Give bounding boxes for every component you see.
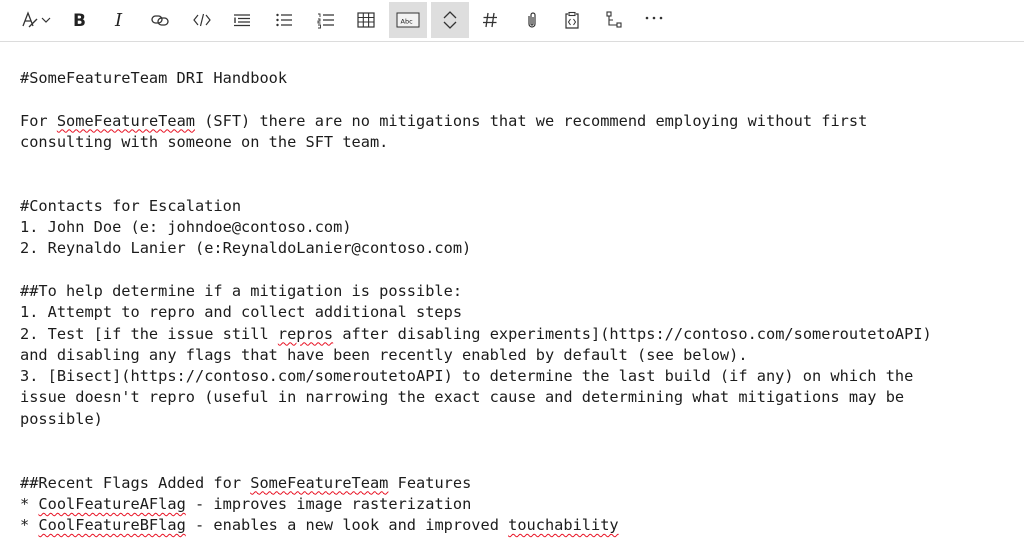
bold-icon: B [73, 11, 86, 30]
attach-icon [528, 12, 536, 28]
step-3-line-2: issue doesn't repro (useful in narrowing… [20, 388, 905, 407]
contact-item: 2. Reynaldo Lanier (e:ReynaldoLanier@con… [20, 239, 472, 258]
step-2-line-2: and disabling any flags that have been r… [20, 345, 748, 364]
doc-title: #SomeFeatureTeam DRI Handbook [20, 69, 288, 87]
flags-heading: ##Recent Flags Added for SomeFeatureTeam… [20, 473, 472, 492]
spell-error: CoolFeatureAFlag [38, 494, 186, 513]
quote-button[interactable] [226, 2, 258, 38]
attach-button[interactable] [516, 2, 548, 38]
numbered-list-button[interactable] [310, 2, 342, 38]
svg-text:B: B [73, 11, 86, 30]
more-icon [645, 16, 663, 20]
heading-button[interactable] [474, 2, 506, 38]
spell-error: SomeFeatureTeam [250, 473, 389, 492]
mitigation-heading: ##To help determine if a mitigation is p… [20, 281, 463, 300]
italic-icon: I [114, 10, 123, 30]
numbered-list-icon [317, 13, 334, 29]
expand-collapse-icon [443, 11, 457, 29]
contacts-heading: #Contacts for Escalation [20, 196, 242, 215]
table-icon [357, 12, 375, 28]
spell-error: repros [277, 324, 334, 343]
chevron-down-icon [41, 17, 51, 23]
heading-icon [483, 12, 497, 28]
svg-text:Abc: Abc [401, 18, 414, 26]
paste-code-button[interactable] [556, 2, 588, 38]
spell-error: CoolFeatureBFlag [38, 516, 186, 535]
contact-item: 1. John Doe (e: johndoe@contoso.com) [20, 218, 352, 237]
bulleted-list-button[interactable] [268, 2, 300, 38]
paste-code-icon [565, 11, 579, 29]
spell-error: SomeFeatureTeam [56, 111, 195, 130]
spell-error: touchability [508, 516, 619, 535]
intro-line-2: consulting with someone on the SFT team. [20, 132, 389, 151]
code-button[interactable] [186, 2, 218, 38]
text-highlight-button[interactable]: Abc [389, 2, 427, 38]
quote-icon [234, 14, 250, 27]
more-button[interactable] [638, 2, 670, 38]
bulleted-list-icon [276, 13, 292, 27]
flag-item: * CoolFeatureBFlag - enables a new look … [20, 516, 619, 535]
table-button[interactable] [350, 2, 382, 38]
italic-button[interactable]: I [104, 2, 136, 38]
expand-collapse-button[interactable] [431, 2, 469, 38]
step-3-line-1: 3. [Bisect](https://contoso.com/somerout… [20, 367, 914, 386]
markdown-toolbar: B I Abc [0, 0, 1024, 42]
flag-item: * CoolFeatureAFlag - improves image rast… [20, 494, 472, 513]
link-icon [151, 15, 169, 26]
step-1: 1. Attempt to repro and collect addition… [20, 303, 463, 322]
intro-line-1: For SomeFeatureTeam (SFT) there are no m… [20, 111, 868, 130]
mention-pr-button[interactable] [598, 2, 630, 38]
text-highlight-icon: Abc [396, 12, 420, 28]
svg-text:I: I [114, 10, 123, 30]
step-2-line-1: 2. Test [if the issue still repros after… [20, 324, 932, 343]
markdown-editor[interactable]: #SomeFeatureTeam DRI Handbook For SomeFe… [20, 68, 1015, 543]
format-text-button[interactable] [14, 2, 58, 38]
format-text-icon [22, 11, 38, 28]
mention-pr-icon [606, 11, 622, 28]
code-icon [193, 13, 211, 27]
link-button[interactable] [144, 2, 176, 38]
step-3-line-3: possible) [20, 409, 103, 428]
bold-button[interactable]: B [62, 2, 94, 38]
